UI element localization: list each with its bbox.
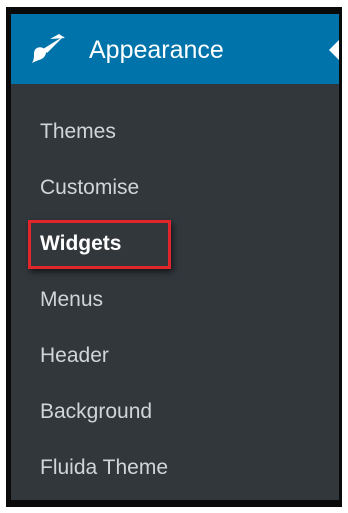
submenu-item-customise[interactable]: Customise xyxy=(11,160,339,216)
submenu-item-fluida-theme[interactable]: Fluida Theme xyxy=(11,440,339,496)
appearance-submenu: Themes Customise Widgets Menus Header Ba… xyxy=(11,104,339,496)
appearance-menu-header[interactable]: Appearance xyxy=(11,14,339,84)
submenu-item-header[interactable]: Header xyxy=(11,328,339,384)
submenu-item-themes[interactable]: Themes xyxy=(11,104,339,160)
submenu-item-label: Header xyxy=(40,344,109,367)
admin-sidebar-menu: Appearance Themes Customise Widgets Menu… xyxy=(11,14,339,500)
paintbrush-icon xyxy=(31,34,67,64)
submenu-item-label: Themes xyxy=(40,120,116,143)
submenu-item-label: Background xyxy=(40,400,153,423)
appearance-label: Appearance xyxy=(89,36,224,64)
submenu-item-label: Menus xyxy=(40,288,104,311)
submenu-item-label: Widgets xyxy=(40,232,122,255)
submenu-item-label: Customise xyxy=(40,176,140,199)
submenu-item-menus[interactable]: Menus xyxy=(11,272,339,328)
submenu-item-widgets[interactable]: Widgets xyxy=(11,216,339,272)
current-menu-arrow xyxy=(329,39,339,61)
submenu-item-label: Fluida Theme xyxy=(40,456,169,479)
submenu-item-background[interactable]: Background xyxy=(11,384,339,440)
